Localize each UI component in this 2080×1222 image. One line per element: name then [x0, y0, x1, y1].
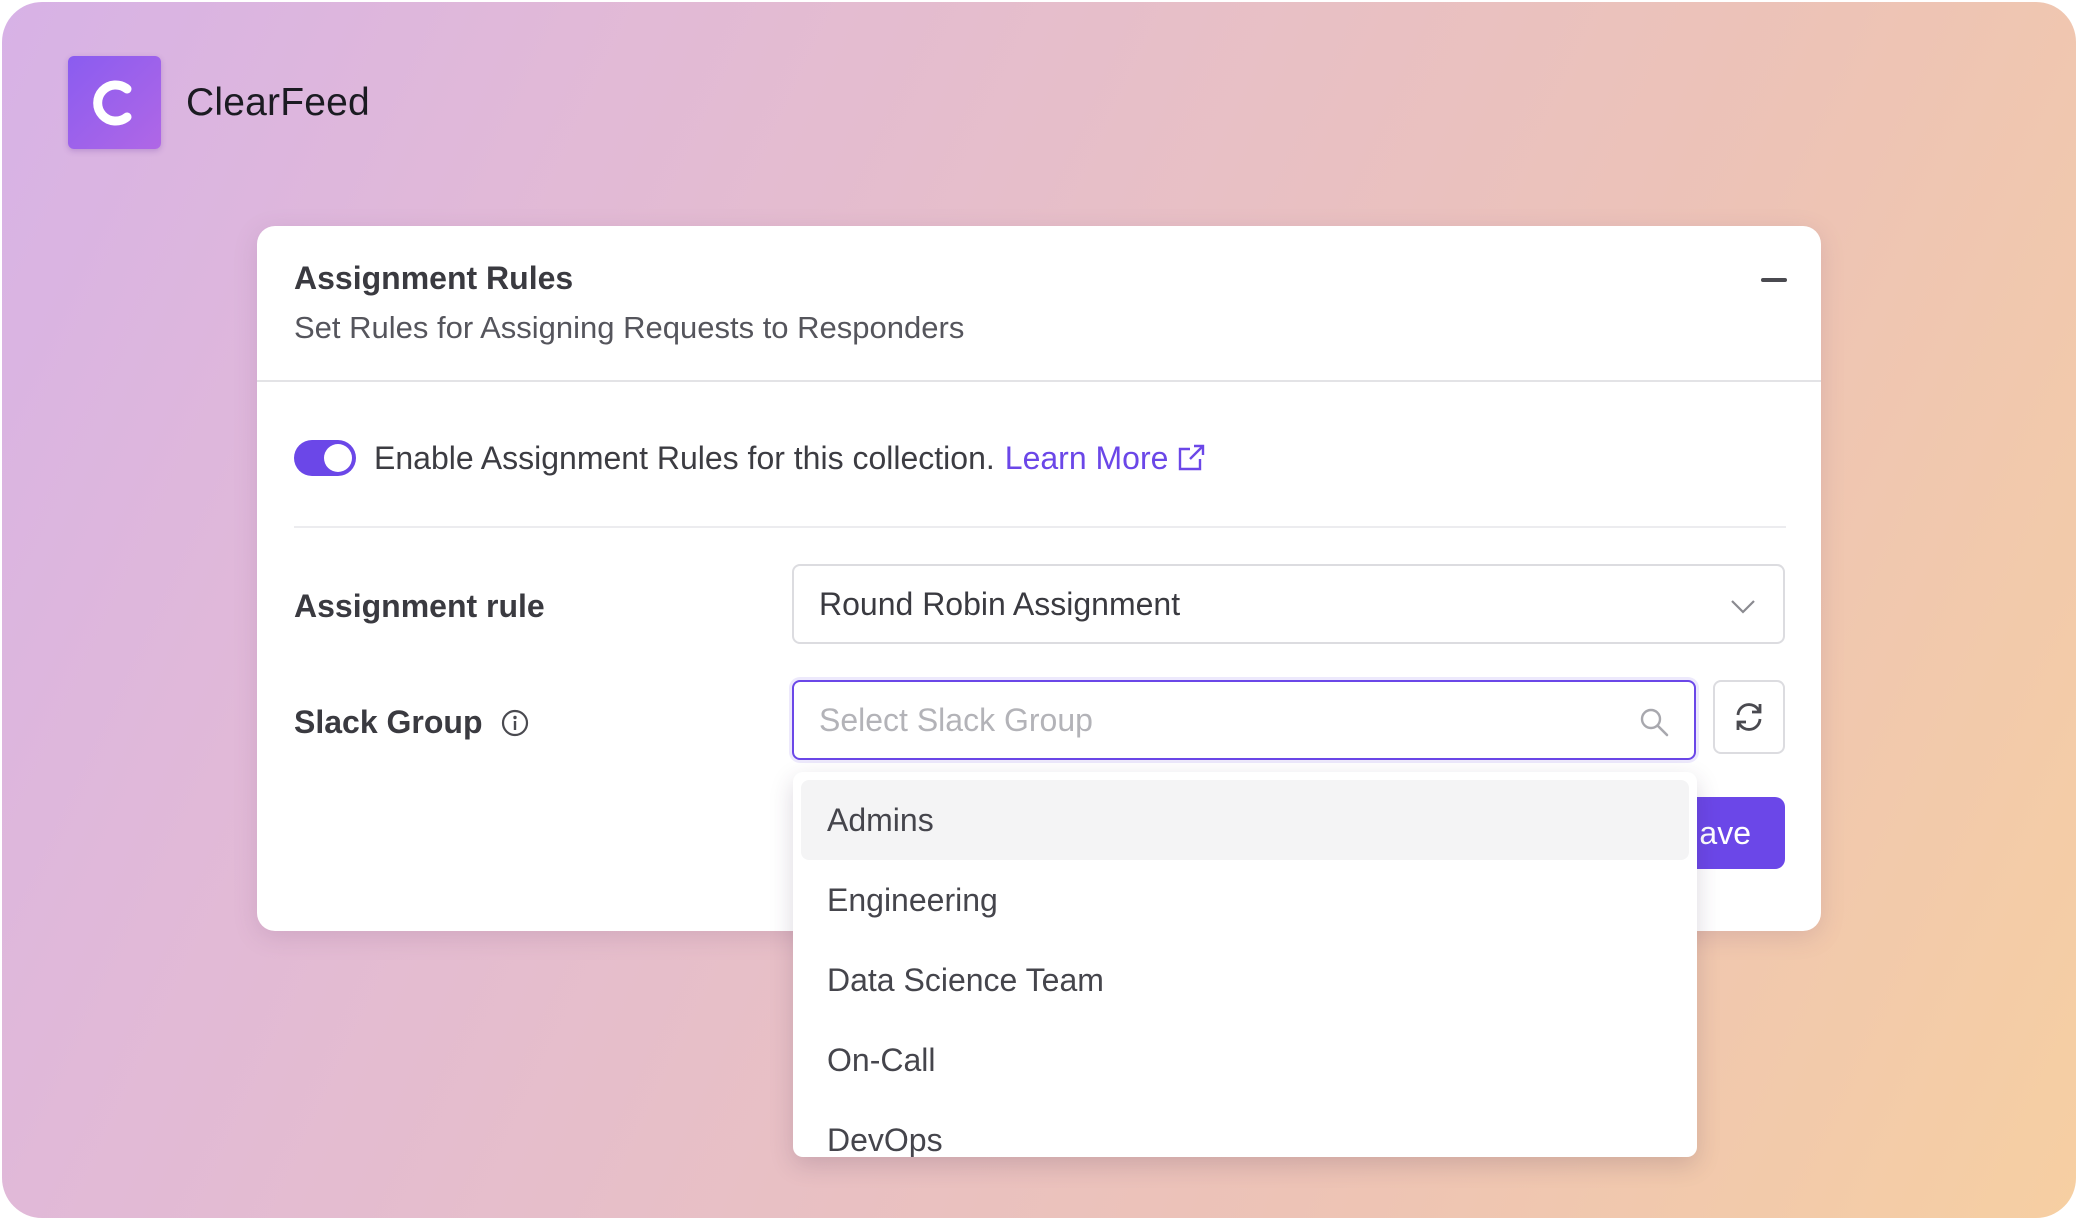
- slack-group-dropdown: Admins Engineering Data Science Team On-…: [793, 772, 1697, 1157]
- enable-row: Enable Assignment Rules for this collect…: [294, 438, 1206, 478]
- dropdown-option[interactable]: On-Call: [801, 1020, 1689, 1100]
- brand: ClearFeed: [68, 56, 370, 149]
- dropdown-option[interactable]: Engineering: [801, 860, 1689, 940]
- option-label: DevOps: [827, 1121, 943, 1158]
- search-icon: [1640, 708, 1669, 737]
- learn-more-link[interactable]: Learn More: [1005, 440, 1207, 477]
- option-label: Engineering: [827, 881, 998, 918]
- external-link-icon: [1179, 444, 1205, 471]
- save-button-label: ave: [1699, 814, 1751, 851]
- dropdown-option[interactable]: DevOps: [801, 1100, 1689, 1158]
- slack-group-search[interactable]: [792, 680, 1696, 760]
- background: ClearFeed Assignment Rules Set Rules for…: [2, 2, 2076, 1218]
- card-header: Assignment Rules Set Rules for Assigning…: [257, 226, 1821, 382]
- card-title: Assignment Rules: [294, 260, 574, 296]
- card-subtitle: Set Rules for Assigning Requests to Resp…: [294, 310, 965, 345]
- enable-label: Enable Assignment Rules for this collect…: [374, 439, 995, 476]
- slack-group-label: Slack Group: [294, 704, 529, 741]
- minus-icon[interactable]: [1761, 278, 1787, 282]
- option-label: On-Call: [827, 1041, 936, 1078]
- toggle-knob: [324, 444, 352, 472]
- brand-name: ClearFeed: [186, 80, 370, 124]
- refresh-icon: [1736, 703, 1762, 731]
- learn-more-text: Learn More: [1004, 439, 1169, 476]
- divider: [294, 526, 1786, 528]
- dropdown-option[interactable]: Admins: [801, 780, 1689, 860]
- clearfeed-logo-icon: [68, 56, 161, 149]
- refresh-button[interactable]: [1713, 680, 1785, 754]
- assignment-rule-select[interactable]: Round Robin Assignment: [792, 564, 1785, 644]
- enable-toggle[interactable]: [294, 440, 356, 476]
- assignment-rule-label-text: Assignment rule: [294, 588, 545, 624]
- option-label: Data Science Team: [827, 961, 1104, 998]
- slack-group-input[interactable]: [819, 701, 1619, 739]
- dropdown-option[interactable]: Data Science Team: [801, 940, 1689, 1020]
- assignment-rule-value: Round Robin Assignment: [819, 585, 1181, 622]
- option-label: Admins: [827, 801, 934, 838]
- chevron-down-icon: [1731, 600, 1755, 614]
- slack-group-label-text: Slack Group: [294, 704, 483, 740]
- info-icon[interactable]: [501, 709, 529, 737]
- assignment-rule-label: Assignment rule: [294, 588, 545, 625]
